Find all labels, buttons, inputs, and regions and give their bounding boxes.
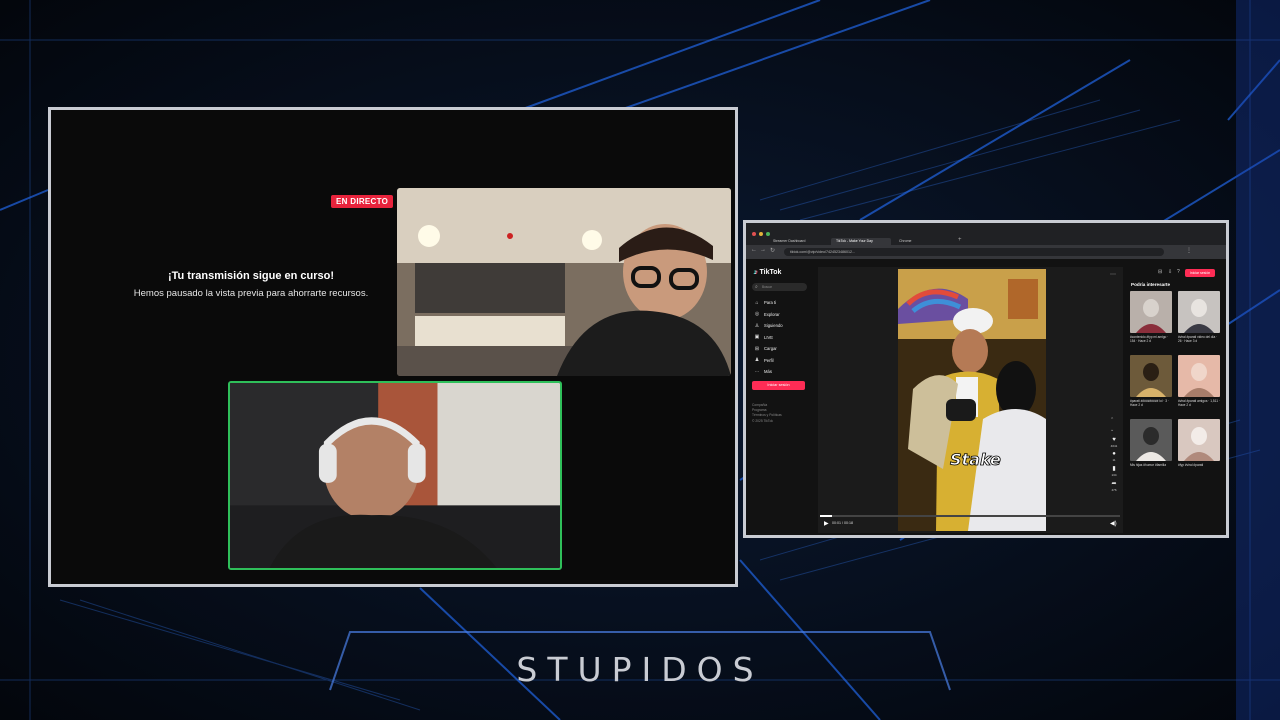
video-more-icon[interactable]: ⋯ xyxy=(1110,271,1116,278)
sidebar-item-explore[interactable]: ◎ Explorar xyxy=(754,309,814,321)
video-overlay-text: Stake xyxy=(950,450,1001,469)
sidebar-item-more[interactable]: ⋯ Más xyxy=(754,366,814,378)
apps-icon[interactable]: ⊟ xyxy=(1158,269,1162,275)
browser-tab-bar: Streamer Dashboard TikTok - Make Your Da… xyxy=(746,223,1226,245)
recommended-video[interactable]: #viral #parati video del día · 26 · Hace… xyxy=(1178,291,1220,351)
compass-icon: ◎ xyxy=(754,311,760,318)
back-icon[interactable]: ← xyxy=(751,247,757,253)
users-icon: ♙ xyxy=(754,322,760,329)
right-panel-header: ⊟ ⇩ ? Iniciar sesión xyxy=(1132,266,1226,280)
download-icon[interactable]: ⇩ xyxy=(1168,269,1172,275)
reload-icon[interactable]: ↻ xyxy=(770,247,775,254)
guest-camera-feed xyxy=(397,188,731,376)
video-actions: ♥ 4041 ● 11 ▮ 134 ➦ 476 xyxy=(1108,437,1120,492)
chevron-down-icon[interactable]: ⌄ xyxy=(1110,427,1114,433)
url-input[interactable]: tiktok.com/@vip/video/7424523486012... xyxy=(784,248,1164,256)
video-player[interactable]: Stake ⋯ ⌃ ⌄ ♥ 4041 ● 11 ▮ 134 ➦ 476 ▶ 00… xyxy=(818,267,1123,533)
more-icon: ⋯ xyxy=(754,368,760,375)
home-icon: ⌂ xyxy=(755,299,759,306)
address-bar: ← → ↻ tiktok.com/@vip/video/742452348601… xyxy=(746,245,1226,259)
comment-icon[interactable]: ● xyxy=(1112,451,1116,457)
play-icon[interactable]: ▶ xyxy=(824,520,829,527)
video-frame[interactable]: Stake xyxy=(898,269,1046,531)
stream-preview-panel: EN DIRECTO ¡Tu transmisión sigue en curs… xyxy=(48,107,738,587)
help-icon[interactable]: ? xyxy=(1177,269,1180,275)
browser-window: Streamer Dashboard TikTok - Make Your Da… xyxy=(743,220,1229,538)
new-tab-icon[interactable]: + xyxy=(958,237,962,243)
forward-icon[interactable]: → xyxy=(760,247,766,253)
video-progress-bar[interactable] xyxy=(820,515,1120,517)
bookmark-icon[interactable]: ▮ xyxy=(1112,465,1115,472)
notice-subtitle: Hemos pausado la vista previa para ahorr… xyxy=(133,288,369,299)
tiktok-logo[interactable]: TikTok xyxy=(754,269,782,276)
footer-link: © 2025 TikTok xyxy=(752,418,773,423)
channel-title: STUPIDOS xyxy=(516,650,764,689)
header-login-button[interactable]: Iniciar sesión xyxy=(1185,269,1215,277)
notice-title: ¡Tu transmisión sigue en curso! xyxy=(167,270,335,282)
recommendations-grid: #contenido #fyp mi amigo · 154 · Hace 2 … xyxy=(1130,291,1222,483)
upload-icon: ⊞ xyxy=(754,345,760,352)
video-time: 00:01 / 00:18 xyxy=(832,521,853,525)
extensions-icon[interactable]: ⋮ xyxy=(1186,247,1192,254)
tiktok-search-input[interactable]: Buscar xyxy=(752,283,807,291)
live-icon: ▣ xyxy=(754,334,760,341)
tiktok-sidebar-nav: ⌂ Para ti ◎ Explorar ♙ Siguiendo ▣ LIVE ⊞ Car… xyxy=(754,297,814,378)
browser-tab-2[interactable]: TikTok - Make Your Day xyxy=(831,238,891,245)
sidebar-item-following[interactable]: ♙ Siguiendo xyxy=(754,320,814,332)
share-icon[interactable]: ➦ xyxy=(1111,480,1116,487)
sidebar-item-live[interactable]: ▣ LIVE xyxy=(754,332,814,344)
live-badge: EN DIRECTO xyxy=(331,195,394,208)
sidebar-login-button[interactable]: Iniciar sesión xyxy=(752,381,805,390)
recommended-video[interactable]: Mis hijas #humor #familia xyxy=(1130,419,1172,479)
recommended-video[interactable]: #parati ########## lol · 3 · Hace 2 d xyxy=(1130,355,1172,415)
paused-preview-notice: ¡Tu transmisión sigue en curso! Hemos pa… xyxy=(91,270,411,299)
like-count: 4041 xyxy=(1110,444,1118,448)
volume-icon[interactable]: ◀︎) xyxy=(1110,520,1117,527)
bookmark-count: 134 xyxy=(1111,473,1117,477)
profile-icon: ♟ xyxy=(754,357,760,364)
footer-link[interactable]: Términos y Políticas xyxy=(752,413,782,418)
sidebar-item-for-you[interactable]: ⌂ Para ti xyxy=(754,297,814,309)
comment-count: 11 xyxy=(1112,458,1116,462)
browser-tab-3[interactable]: Chrome xyxy=(894,238,954,245)
sidebar-footer: Compañía Programa Términos y Políticas ©… xyxy=(752,403,782,424)
recommendations-title: Podría interesarte xyxy=(1131,282,1171,287)
chevron-up-icon[interactable]: ⌃ xyxy=(1110,417,1114,423)
host-camera-feed xyxy=(228,381,562,570)
browser-tab-1[interactable]: Streamer Dashboard xyxy=(768,238,828,245)
window-controls[interactable] xyxy=(752,232,770,236)
recommended-video[interactable]: #fyp #viral #parati xyxy=(1178,419,1220,479)
sidebar-item-profile[interactable]: ♟ Perfil xyxy=(754,355,814,367)
share-count: 476 xyxy=(1111,488,1117,492)
recommended-video[interactable]: #viral #parati amigos · 1,511 · Hace 2 d xyxy=(1178,355,1220,415)
heart-icon[interactable]: ♥ xyxy=(1112,437,1116,443)
recommended-video[interactable]: #contenido #fyp mi amigo · 154 · Hace 2 … xyxy=(1130,291,1172,351)
sidebar-item-upload[interactable]: ⊞ Cargar xyxy=(754,343,814,355)
